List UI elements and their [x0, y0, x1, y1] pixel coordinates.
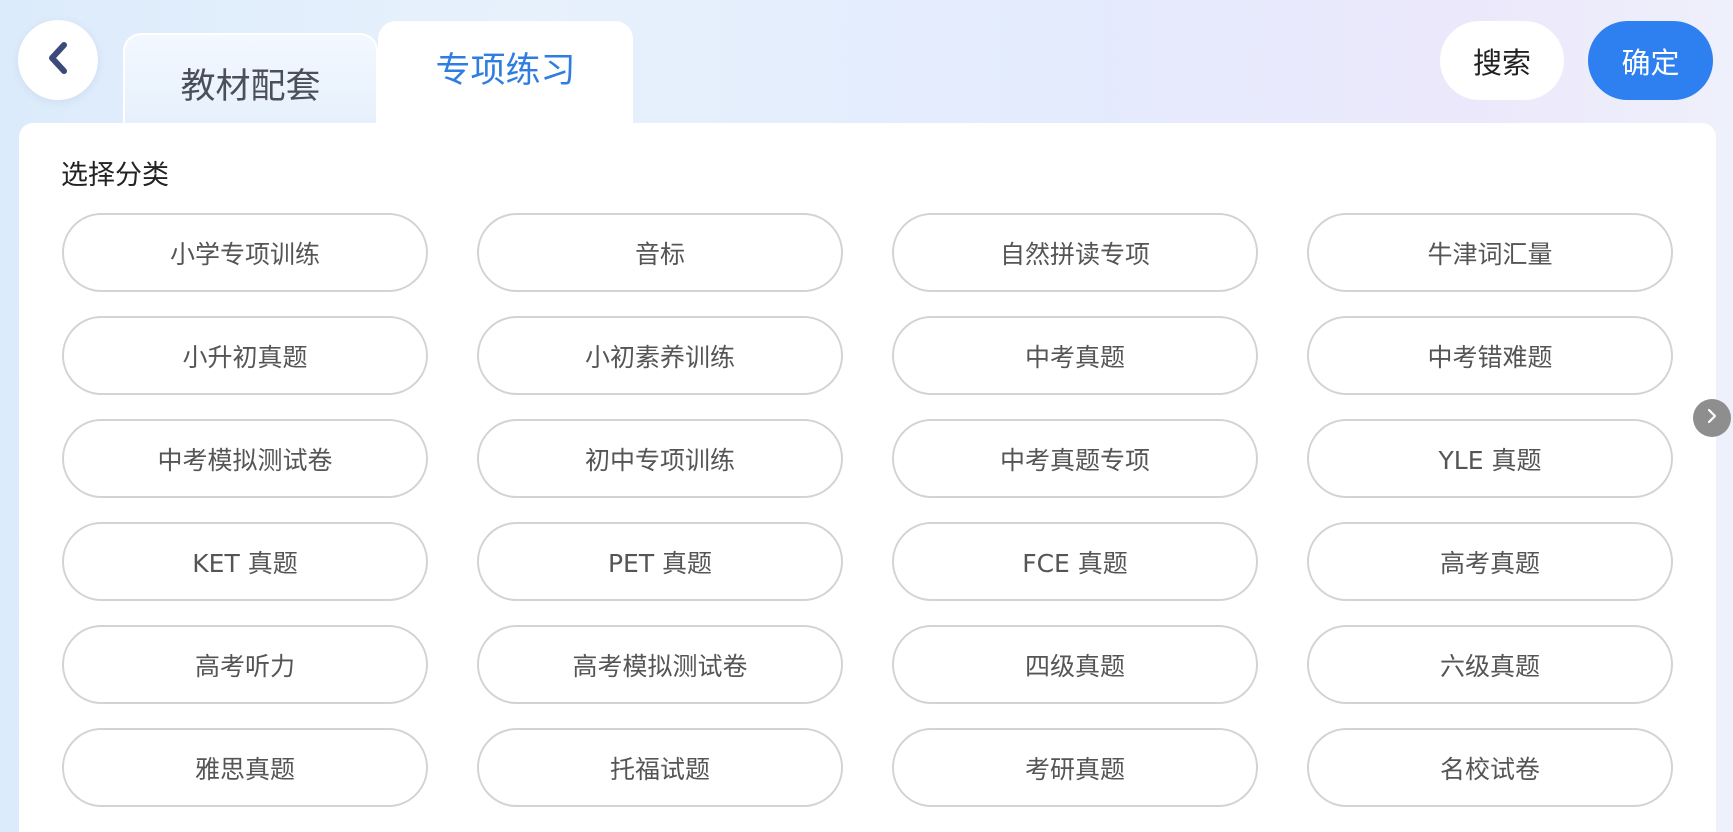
tab-special-practice[interactable]: 专项练习	[378, 21, 633, 125]
category-option[interactable]: 托福试题	[477, 728, 843, 807]
category-option[interactable]: YLE 真题	[1307, 419, 1673, 498]
tab-label: 专项练习	[435, 50, 576, 91]
section-title: 选择分类	[61, 160, 169, 191]
chevron-left-icon	[45, 41, 71, 79]
search-button[interactable]: 搜索	[1440, 21, 1564, 100]
category-option[interactable]: 自然拼读专项	[892, 213, 1258, 292]
category-option[interactable]: 音标	[477, 213, 843, 292]
category-option[interactable]: 高考真题	[1307, 522, 1673, 601]
category-grid: 小学专项训练 音标 自然拼读专项 牛津词汇量 小升初真题 小初素养训练 中考真题…	[62, 213, 1673, 807]
category-option[interactable]: 牛津词汇量	[1307, 213, 1673, 292]
category-option[interactable]: 中考真题	[892, 316, 1258, 395]
confirm-button[interactable]: 确定	[1588, 21, 1713, 100]
category-option[interactable]: 中考模拟测试卷	[62, 419, 428, 498]
category-option[interactable]: 高考模拟测试卷	[477, 625, 843, 704]
chevron-right-icon	[1705, 407, 1719, 429]
category-option[interactable]: PET 真题	[477, 522, 843, 601]
category-option[interactable]: 小初素养训练	[477, 316, 843, 395]
tab-label: 教材配套	[180, 66, 321, 107]
category-option[interactable]: 高考听力	[62, 625, 428, 704]
category-option[interactable]: 四级真题	[892, 625, 1258, 704]
category-option[interactable]: 小升初真题	[62, 316, 428, 395]
category-option[interactable]: 中考错难题	[1307, 316, 1673, 395]
next-page-button[interactable]	[1693, 399, 1731, 437]
category-option[interactable]: 名校试卷	[1307, 728, 1673, 807]
category-option[interactable]: 小学专项训练	[62, 213, 428, 292]
category-option[interactable]: 六级真题	[1307, 625, 1673, 704]
category-option[interactable]: 考研真题	[892, 728, 1258, 807]
category-option[interactable]: 雅思真题	[62, 728, 428, 807]
category-option[interactable]: FCE 真题	[892, 522, 1258, 601]
category-option[interactable]: 中考真题专项	[892, 419, 1258, 498]
back-button[interactable]	[18, 20, 98, 100]
tab-textbook[interactable]: 教材配套	[123, 33, 378, 123]
category-option[interactable]: KET 真题	[62, 522, 428, 601]
category-option[interactable]: 初中专项训练	[477, 419, 843, 498]
category-panel: 选择分类 小学专项训练 音标 自然拼读专项 牛津词汇量 小升初真题 小初素养训练…	[19, 123, 1716, 832]
